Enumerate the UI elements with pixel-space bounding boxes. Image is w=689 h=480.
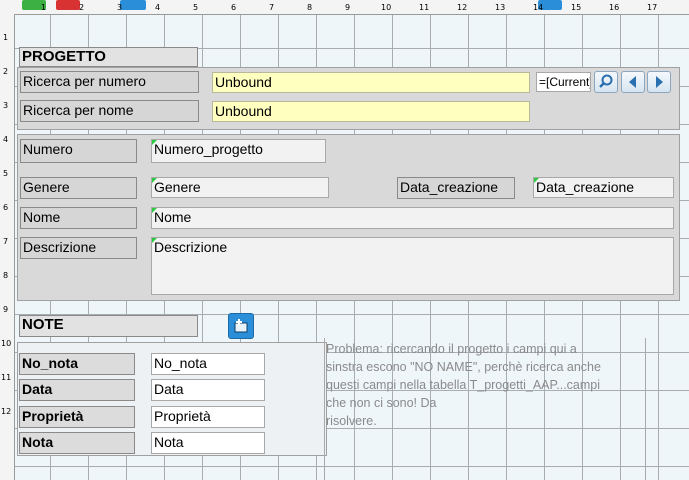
ruler-label: 16 <box>609 3 620 12</box>
no-nota-label[interactable]: No_nota <box>19 353 135 375</box>
new-record-icon <box>234 319 248 333</box>
numero-label[interactable]: Numero <box>20 139 137 163</box>
search-number-input[interactable]: Unbound <box>212 72 530 93</box>
ruler-label: 2 <box>3 67 9 76</box>
ruler-label: 4 <box>155 3 161 12</box>
numero-field-value: Numero_progetto <box>154 141 263 157</box>
no-nota-field[interactable]: No_nota <box>151 353 265 375</box>
toolbar-button-blue[interactable] <box>120 0 146 10</box>
bound-marker <box>534 178 539 183</box>
proprieta-label[interactable]: Proprietà <box>19 406 135 428</box>
ruler-label: 8 <box>3 271 9 280</box>
ruler-label: 9 <box>3 305 9 314</box>
descrizione-label[interactable]: Descrizione <box>20 237 137 259</box>
ruler-label: 6 <box>231 3 237 12</box>
ruler-label: 10 <box>1 339 12 348</box>
ruler-label: 1 <box>41 3 47 12</box>
ruler-label: 11 <box>419 3 430 12</box>
arrow-right-icon <box>656 76 663 88</box>
genere-label[interactable]: Genere <box>20 177 137 199</box>
next-record-button[interactable] <box>647 71 671 93</box>
ruler-label: 9 <box>345 3 351 12</box>
nome-label[interactable]: Nome <box>20 207 137 229</box>
previous-record-button[interactable] <box>621 71 645 93</box>
note-title[interactable]: NOTE <box>19 315 198 337</box>
design-comment[interactable]: Problema: ricercando il progetto i campi… <box>326 340 646 430</box>
nota-label[interactable]: Nota <box>19 432 135 454</box>
ruler-label: 3 <box>117 3 123 12</box>
ruler-label: 12 <box>1 407 12 416</box>
ruler-label: 4 <box>3 135 9 144</box>
ruler-label: 8 <box>307 3 313 12</box>
ruler-label: 5 <box>3 169 9 178</box>
search-name-label[interactable]: Ricerca per nome <box>20 100 199 122</box>
search-icon <box>599 74 613 88</box>
nome-field-value: Nome <box>154 209 192 225</box>
proprieta-field[interactable]: Proprietà <box>151 406 265 428</box>
numero-field[interactable]: Numero_progetto <box>151 139 326 163</box>
nota-field[interactable]: Nota <box>151 432 265 454</box>
arrow-left-icon <box>629 76 636 88</box>
horizontal-ruler: 1 2 3 4 5 6 7 8 9 10 11 12 13 14 15 16 17 <box>0 0 689 15</box>
bound-marker <box>152 208 157 213</box>
ruler-label: 17 <box>647 3 658 12</box>
ruler-label: 2 <box>79 3 85 12</box>
ruler-label: 13 <box>495 3 506 12</box>
bound-marker <box>152 178 157 183</box>
toolbar-button-red[interactable] <box>56 0 80 10</box>
ruler-label: 3 <box>3 101 9 110</box>
genere-field-value: Genere <box>154 179 201 195</box>
new-note-button[interactable] <box>228 313 254 339</box>
search-number-label[interactable]: Ricerca per numero <box>20 71 199 93</box>
vertical-ruler: 1 2 3 4 5 6 7 8 9 10 11 12 <box>0 14 15 480</box>
ruler-label: 11 <box>1 373 12 382</box>
descrizione-field[interactable]: Descrizione <box>151 237 674 295</box>
ruler-label: 7 <box>3 237 9 246</box>
ruler-label: 1 <box>3 33 9 42</box>
descrizione-field-value: Descrizione <box>154 239 228 255</box>
ruler-label: 12 <box>457 3 468 12</box>
data-creazione-field-value: Data_creazione <box>536 179 635 195</box>
data-field[interactable]: Data <box>151 379 265 401</box>
nome-field[interactable]: Nome <box>151 207 674 229</box>
search-button[interactable] <box>594 71 618 93</box>
bound-marker <box>152 238 157 243</box>
search-name-input[interactable]: Unbound <box>212 101 530 122</box>
data-label[interactable]: Data <box>19 379 135 401</box>
ruler-label: 10 <box>381 3 392 12</box>
data-creazione-field[interactable]: Data_creazione <box>533 177 674 198</box>
current-record-field[interactable]: =[Current] <box>536 72 591 92</box>
ruler-label: 5 <box>193 3 199 12</box>
ruler-label: 7 <box>269 3 275 12</box>
genere-field[interactable]: Genere <box>151 177 329 198</box>
bound-marker <box>152 140 157 145</box>
ruler-label: 15 <box>571 3 582 12</box>
progetto-title[interactable]: PROGETTO <box>19 47 198 67</box>
ruler-label: 6 <box>3 203 9 212</box>
ruler-label: 14 <box>533 3 544 12</box>
data-creazione-label[interactable]: Data_creazione <box>397 177 515 199</box>
